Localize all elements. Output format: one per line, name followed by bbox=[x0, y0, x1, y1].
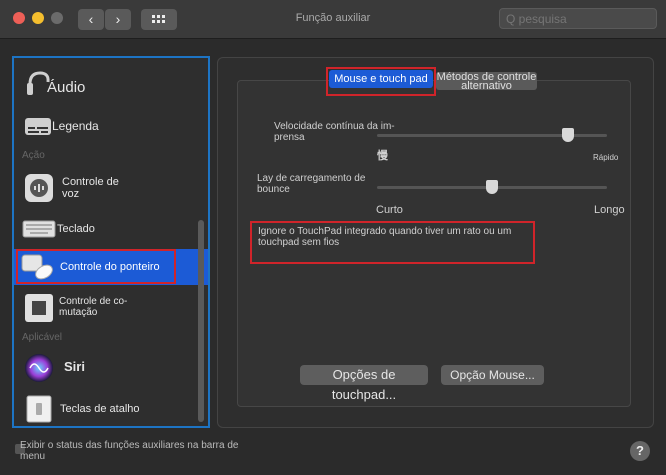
speed-min-label: 慢 bbox=[377, 150, 388, 162]
sidebar-item-siri[interactable]: Siri bbox=[14, 352, 194, 384]
shortcut-icon bbox=[26, 395, 52, 423]
status-menu-label: Exibir o status das funções auxiliares n… bbox=[20, 440, 239, 462]
delay-label: Lay de carregamento de bounce bbox=[257, 173, 366, 195]
help-button[interactable]: ? bbox=[630, 441, 650, 461]
section-label: Ação bbox=[22, 150, 45, 161]
delay-max-label: Longo bbox=[594, 204, 625, 216]
voice-control-icon bbox=[25, 174, 53, 202]
delay-slider-knob[interactable] bbox=[486, 180, 498, 194]
switch-control-icon bbox=[25, 294, 53, 322]
keyboard-icon bbox=[22, 220, 56, 238]
highlight-box bbox=[16, 249, 176, 284]
search-input[interactable] bbox=[499, 8, 657, 29]
highlight-box bbox=[326, 67, 436, 96]
sidebar-scrollbar[interactable] bbox=[198, 220, 204, 422]
delay-min-label: Curto bbox=[376, 204, 403, 216]
section-label: Aplicável bbox=[22, 332, 63, 343]
question-icon: ? bbox=[636, 443, 644, 458]
sidebar-item-audio[interactable]: Áudio bbox=[14, 70, 194, 104]
highlight-box bbox=[250, 221, 535, 264]
sidebar-item-voice-control[interactable]: Controle de voz bbox=[14, 170, 194, 206]
sidebar-item-shortcuts[interactable]: Teclas de atalho bbox=[14, 394, 194, 424]
speed-slider-knob[interactable] bbox=[561, 128, 574, 142]
siri-icon bbox=[25, 354, 53, 382]
tab-alternative-control[interactable]: Métodos de controle alternativo bbox=[436, 72, 537, 92]
sidebar-item-caption[interactable]: Legenda bbox=[14, 114, 194, 140]
touchpad-options-button[interactable]: Opções de touchpad... bbox=[300, 365, 428, 402]
sidebar: Áudio Legenda Ação Controle de voz Tecla… bbox=[12, 56, 210, 428]
sidebar-item-switch-control[interactable]: Controle de co-mutação bbox=[14, 291, 194, 327]
speed-label: Velocidade contínua da im-prensa bbox=[274, 121, 395, 143]
caption-icon bbox=[25, 118, 51, 135]
speed-max-label: Rápido bbox=[593, 153, 619, 162]
sidebar-item-keyboard[interactable]: Teclado bbox=[14, 216, 194, 242]
mouse-options-button[interactable]: Opção Mouse... bbox=[441, 365, 544, 385]
